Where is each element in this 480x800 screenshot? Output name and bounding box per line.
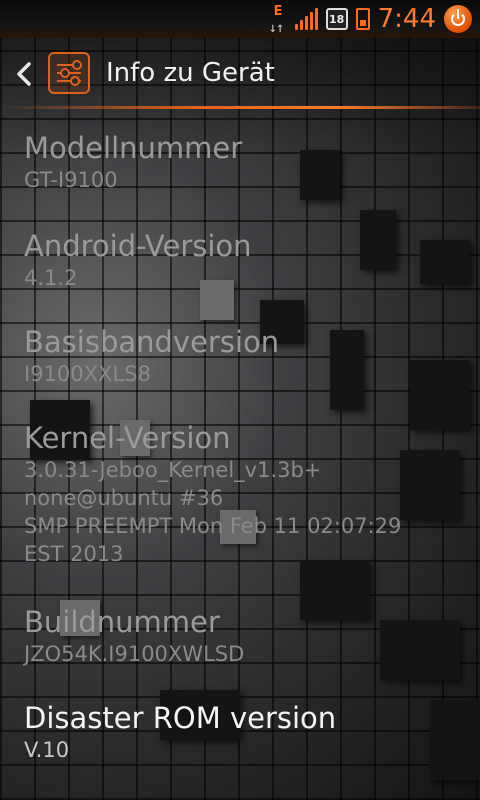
list-item-build-number[interactable]: Buildnummer JZO54K.I9100XWLSD	[0, 604, 480, 700]
item-value-line: none@ubuntu #36	[24, 486, 224, 510]
back-button[interactable]	[12, 58, 36, 90]
item-value-line: EST 2013	[24, 542, 124, 566]
settings-sliders-icon[interactable]	[48, 52, 90, 94]
item-title: Disaster ROM version	[24, 701, 337, 735]
item-value: JZO54K.I9100XWLSD	[24, 642, 245, 666]
network-edge-icon: E ↓↑	[268, 4, 285, 35]
item-title: Android-Version	[24, 229, 252, 263]
action-bar: Info zu Gerät	[0, 38, 480, 110]
title-divider	[0, 106, 480, 109]
list-item-disaster-rom-version[interactable]: Disaster ROM version V.10	[0, 700, 480, 780]
item-title: Kernel-Version	[24, 421, 231, 455]
device-info-list: Modellnummer GT-I9100 Android-Version 4.…	[0, 130, 480, 780]
status-bar: E ↓↑ 18 7:44	[0, 0, 480, 38]
item-value: 4.1.2	[24, 266, 78, 290]
item-value-line: SMP PREEMPT Mon Feb 11 02:07:29	[24, 514, 402, 538]
status-clock: 7:44	[377, 4, 436, 34]
calendar-notification-icon: 18	[325, 8, 348, 30]
item-value-line: 3.0.31-Jeboo_Kernel_v1.3b+	[24, 458, 322, 482]
list-item-baseband-version[interactable]: Basisbandversion I9100XXLS8	[0, 324, 480, 420]
item-value: V.10	[24, 738, 70, 762]
calendar-day: 18	[328, 12, 345, 26]
item-title: Modellnummer	[24, 131, 243, 165]
battery-icon	[355, 8, 370, 30]
signal-strength-icon	[294, 8, 318, 30]
power-icon[interactable]	[444, 5, 472, 33]
list-item-model-number[interactable]: Modellnummer GT-I9100	[0, 130, 480, 228]
list-item-kernel-version[interactable]: Kernel-Version 3.0.31-Jeboo_Kernel_v1.3b…	[0, 420, 480, 604]
network-type-label: E	[273, 4, 283, 19]
item-value: I9100XXLS8	[24, 362, 151, 386]
list-item-android-version[interactable]: Android-Version 4.1.2	[0, 228, 480, 324]
page-title: Info zu Gerät	[106, 58, 275, 88]
item-value: GT-I9100	[24, 168, 118, 192]
item-title: Buildnummer	[24, 605, 220, 639]
chevron-left-icon	[17, 62, 31, 86]
item-title: Basisbandversion	[24, 325, 280, 359]
